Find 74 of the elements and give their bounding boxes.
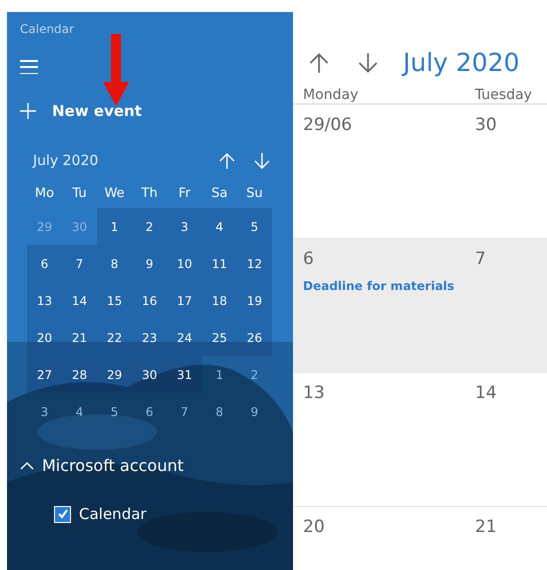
- weekday-label: Th: [140, 184, 159, 202]
- mini-calendar-day[interactable]: 3: [27, 393, 62, 430]
- mini-calendar-day[interactable]: 8: [97, 245, 132, 282]
- mini-calendar-day[interactable]: 11: [202, 245, 237, 282]
- chevron-up-icon: [20, 461, 34, 470]
- mini-calendar-day[interactable]: 18: [202, 282, 237, 319]
- weekday-label: Su: [245, 184, 264, 202]
- weekday-label: We: [103, 184, 126, 202]
- mini-calendar-day[interactable]: 7: [62, 245, 97, 282]
- mini-calendar-day[interactable]: 4: [62, 393, 97, 430]
- mini-calendar-day[interactable]: 19: [237, 282, 272, 319]
- day-date: 21: [475, 517, 497, 537]
- mini-calendar-day[interactable]: 23: [132, 319, 167, 356]
- mini-calendar-day[interactable]: 5: [97, 393, 132, 430]
- mini-calendar-day[interactable]: 21: [62, 319, 97, 356]
- new-event-button[interactable]: New event: [20, 102, 142, 120]
- mini-calendar-day[interactable]: 14: [62, 282, 97, 319]
- day-date: 14: [475, 383, 497, 403]
- day-date: 29/06: [303, 115, 352, 135]
- mini-calendar-day[interactable]: 27: [27, 356, 62, 393]
- mini-calendar-day[interactable]: 6: [132, 393, 167, 430]
- mini-calendar-day[interactable]: 6: [27, 245, 62, 282]
- event-title[interactable]: Deadline for materials: [303, 279, 454, 293]
- day-header: Tuesday: [474, 86, 533, 103]
- day-date: 13: [303, 383, 325, 403]
- mini-calendar-day[interactable]: 5: [237, 208, 272, 245]
- mini-calendar-day[interactable]: 20: [27, 319, 62, 356]
- mini-calendar-day[interactable]: 2: [237, 356, 272, 393]
- mini-calendar-day[interactable]: 22: [97, 319, 132, 356]
- weekday-label: Tu: [71, 184, 88, 202]
- weekday-label: Mo: [34, 184, 56, 202]
- day-date: 20: [303, 517, 325, 537]
- mini-calendar-day[interactable]: 30: [132, 356, 167, 393]
- down-arrow-icon: [252, 152, 270, 170]
- account-toggle[interactable]: Microsoft account: [20, 456, 184, 475]
- plus-icon: [20, 103, 36, 119]
- check-icon: [56, 508, 68, 520]
- mini-calendar-day[interactable]: 29: [97, 356, 132, 393]
- mini-calendar-day[interactable]: 9: [132, 245, 167, 282]
- mini-calendar-day[interactable]: 16: [132, 282, 167, 319]
- mini-calendar-day[interactable]: 26: [237, 319, 272, 356]
- down-arrow-icon: [356, 52, 378, 74]
- day-date: 6: [303, 249, 314, 269]
- weekday-label: Sa: [210, 184, 229, 202]
- mini-calendar-day[interactable]: 9: [237, 393, 272, 430]
- mini-calendar-day[interactable]: 31: [167, 356, 202, 393]
- mini-calendar-day[interactable]: 8: [202, 393, 237, 430]
- mini-calendar-month: July 2020: [31, 153, 100, 169]
- mini-calendar-day[interactable]: 7: [167, 393, 202, 430]
- mini-calendar-day[interactable]: 3: [167, 208, 202, 245]
- month-title: July 2020: [403, 48, 520, 77]
- weekday-label: Fr: [178, 184, 192, 202]
- mini-calendar-day[interactable]: 17: [167, 282, 202, 319]
- annotation-arrow-icon: [103, 34, 129, 106]
- mini-calendar-day[interactable]: 1: [97, 208, 132, 245]
- mini-calendar-day[interactable]: 10: [167, 245, 202, 282]
- mini-calendar-day[interactable]: 24: [167, 319, 202, 356]
- mini-calendar-day[interactable]: 1: [202, 356, 237, 393]
- mini-calendar-day[interactable]: 25: [202, 319, 237, 356]
- menu-icon[interactable]: [20, 60, 38, 74]
- calendar-label: Calendar: [79, 505, 146, 523]
- mini-calendar-day[interactable]: 12: [237, 245, 272, 282]
- up-arrow-icon: [218, 152, 236, 170]
- mini-calendar-day[interactable]: 28: [62, 356, 97, 393]
- checkbox[interactable]: [54, 506, 71, 522]
- day-header: Monday: [302, 86, 360, 103]
- day-date: 7: [475, 249, 486, 269]
- mini-calendar-day[interactable]: 13: [27, 282, 62, 319]
- mini-calendar-day[interactable]: 2: [132, 208, 167, 245]
- up-arrow-icon: [308, 52, 330, 74]
- mini-calendar-day[interactable]: 4: [202, 208, 237, 245]
- day-date: 30: [475, 115, 497, 135]
- mini-calendar-day[interactable]: 15: [97, 282, 132, 319]
- app-title: Calendar: [20, 22, 74, 36]
